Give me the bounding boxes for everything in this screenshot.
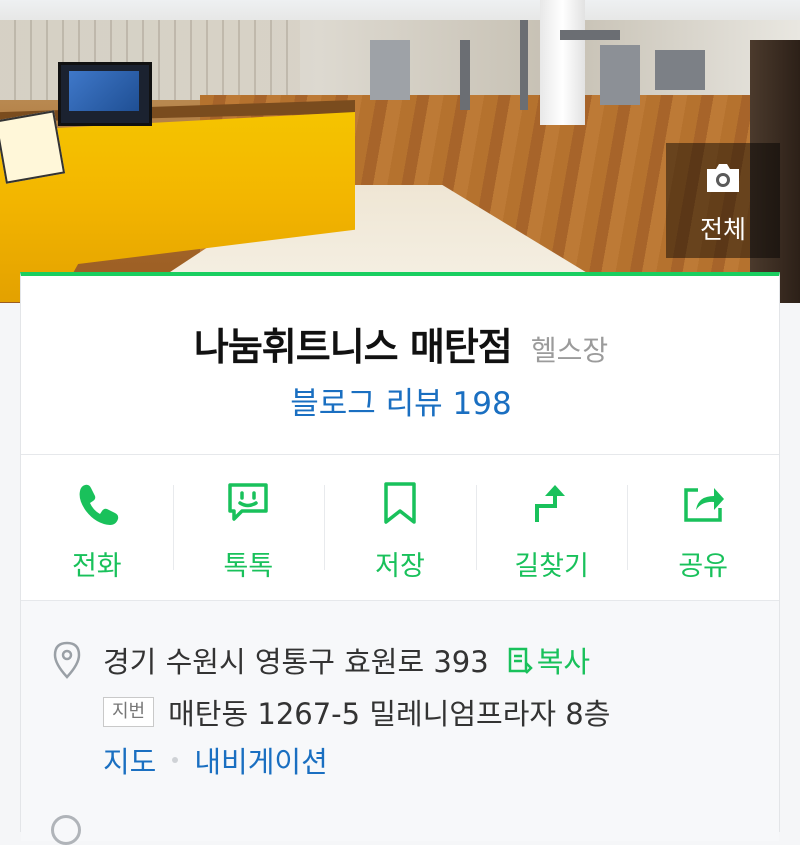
navigation-link[interactable]: 내비게이션 <box>194 739 327 781</box>
copy-label: 복사 <box>536 645 591 679</box>
directions-label: 길찾기 <box>514 551 589 582</box>
view-all-photos-label: 전체 <box>699 214 746 244</box>
place-name: 나눔휘트니스 매탄점 <box>193 325 513 369</box>
share-icon <box>684 488 725 522</box>
copy-icon <box>508 647 533 674</box>
map-links-row: 지도 내비게이션 <box>103 739 328 781</box>
action-bar: 전화 톡톡 저장 길찾기 공유 <box>21 455 779 600</box>
road-address: 경기 수원시 영통구 효원로 393 <box>103 645 489 679</box>
share-label: 공유 <box>678 551 729 582</box>
address-row: 경기 수원시 영통구 효원로 393 복사 <box>51 639 590 681</box>
copy-address-button[interactable]: 복사 <box>507 639 590 681</box>
jibun-badge: 지번 <box>103 697 155 727</box>
title-row: 나눔휘트니스 매탄점 헬스장 <box>21 316 781 371</box>
blog-review-link[interactable]: 블로그 리뷰 198 <box>21 378 781 423</box>
map-link[interactable]: 지도 <box>103 739 156 781</box>
jibun-address-row: 지번 매탄동 1267-5 밀레니엄프라자 8층 <box>103 691 610 733</box>
call-label: 전화 <box>71 551 122 582</box>
jibun-address: 매탄동 1267-5 밀레니엄프라자 8층 <box>168 697 611 731</box>
share-button[interactable]: 공유 <box>627 455 779 600</box>
talk-button[interactable]: 톡톡 <box>172 455 325 600</box>
separator-dot <box>172 757 179 763</box>
directions-icon <box>534 485 565 522</box>
place-category: 헬스장 <box>530 334 609 367</box>
call-button[interactable]: 전화 <box>21 455 173 600</box>
phone-icon <box>79 484 118 525</box>
camera-icon <box>707 163 739 192</box>
place-photo[interactable]: 전체 <box>0 0 800 303</box>
save-label: 저장 <box>375 551 425 582</box>
location-pin-icon <box>53 641 81 679</box>
view-all-photos-button[interactable]: 전체 <box>666 143 780 258</box>
save-button[interactable]: 저장 <box>324 455 476 600</box>
talk-label: 톡톡 <box>223 551 274 582</box>
place-details: 경기 수원시 영통구 효원로 393 복사 지번 매탄동 1267-5 밀레니엄… <box>21 600 779 845</box>
clock-icon <box>51 815 81 845</box>
directions-button[interactable]: 길찾기 <box>475 455 628 600</box>
chat-icon <box>228 483 269 521</box>
place-info-card: 나눔휘트니스 매탄점 헬스장 블로그 리뷰 198 전화 톡톡 저장 길찾기 공… <box>20 272 781 845</box>
bookmark-icon <box>384 482 416 524</box>
